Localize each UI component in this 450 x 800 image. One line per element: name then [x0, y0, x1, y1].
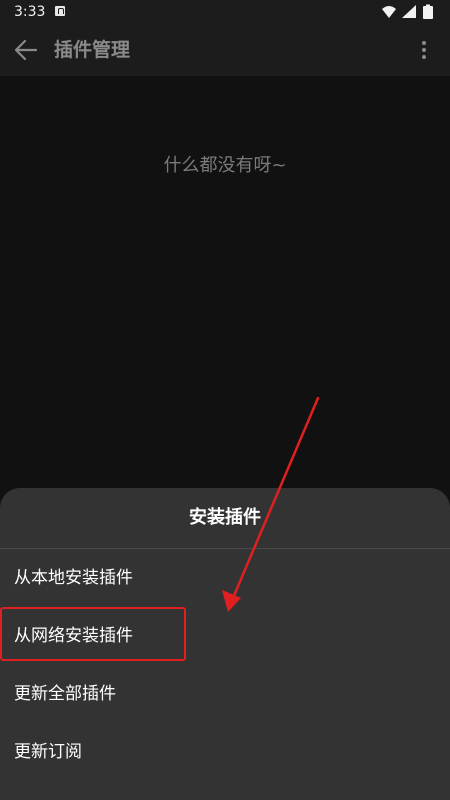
- page-title: 插件管理: [54, 39, 131, 61]
- back-arrow-icon[interactable]: [12, 36, 40, 64]
- menu-item-install-local[interactable]: 从本地安装插件: [0, 549, 450, 607]
- cell-signal-icon: [402, 5, 416, 18]
- empty-state-text: 什么都没有呀~: [163, 155, 287, 176]
- notification-a-icon: [55, 6, 65, 16]
- status-time: 3:33: [14, 4, 46, 20]
- sheet-title: 安装插件: [189, 507, 261, 528]
- battery-icon: [423, 4, 433, 19]
- more-vertical-icon[interactable]: [412, 38, 436, 62]
- status-bar: 3:33: [0, 0, 450, 24]
- wifi-icon: [382, 6, 396, 18]
- install-plugin-sheet: 安装插件 从本地安装插件 从网络安装插件 更新全部插件 更新订阅: [0, 488, 450, 800]
- menu-item-label: 从网络安装插件: [14, 626, 133, 646]
- menu-item-install-network[interactable]: 从网络安装插件: [0, 607, 450, 665]
- menu-item-update-all[interactable]: 更新全部插件: [0, 665, 450, 723]
- screen: 3:33 插件管理 什么都没有呀~ 安装插件 从本地安装插件 从网络安装插件 更…: [0, 0, 450, 800]
- app-bar: 插件管理: [0, 24, 450, 76]
- menu-item-update-subscription[interactable]: 更新订阅: [0, 723, 450, 781]
- menu-item-label: 从本地安装插件: [14, 568, 133, 588]
- menu-item-label: 更新全部插件: [14, 684, 116, 704]
- menu-item-label: 更新订阅: [14, 742, 82, 762]
- status-icons: [382, 4, 433, 19]
